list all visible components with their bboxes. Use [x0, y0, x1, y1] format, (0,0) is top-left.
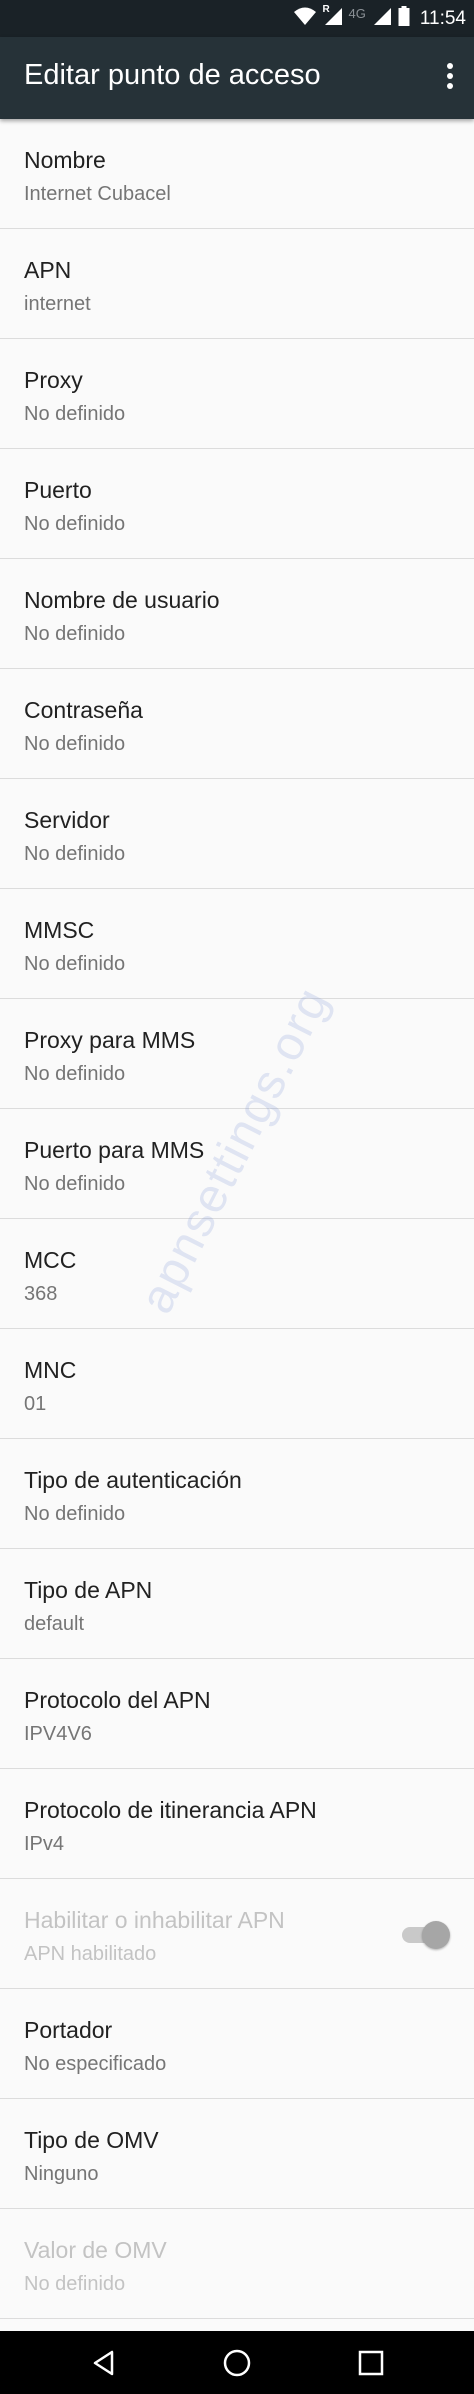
recents-icon[interactable] [331, 2331, 411, 2394]
setting-value: No especificado [24, 2053, 167, 2075]
setting-row[interactable]: Nombre de usuario No definido [0, 559, 474, 669]
setting-value: No definido [24, 623, 126, 645]
setting-row[interactable]: Tipo de OMV Ninguno [0, 2099, 474, 2209]
setting-label: Nombre de usuario [24, 587, 220, 613]
setting-label: Tipo de OMV [24, 2127, 159, 2153]
setting-row[interactable]: Tipo de autenticación No definido [0, 1439, 474, 1549]
setting-value: default [24, 1613, 85, 1635]
setting-label: Puerto [24, 477, 92, 503]
apn-settings-list: Nombre Internet Cubacel APN internet Proxy No… [0, 119, 474, 2319]
setting-value: No definido [24, 1063, 126, 1085]
setting-label: APN [24, 257, 72, 283]
setting-row[interactable]: MMSC No definido [0, 889, 474, 999]
setting-value: internet [24, 293, 91, 315]
setting-row[interactable]: Puerto No definido [0, 449, 474, 559]
setting-label: Puerto para MMS [24, 1137, 205, 1163]
setting-label: Portador [24, 2017, 113, 2043]
setting-label: Proxy para MMS [24, 1027, 196, 1053]
setting-label: Proxy [24, 367, 83, 393]
setting-row[interactable]: Protocolo del APN IPV4V6 [0, 1659, 474, 1769]
setting-row[interactable]: Tipo de APN default [0, 1549, 474, 1659]
setting-value: No definido [24, 2273, 126, 2295]
setting-label: Protocolo del APN [24, 1687, 211, 1713]
toggle-thumb [422, 1921, 450, 1949]
more-vert-icon[interactable] [444, 63, 456, 93]
roaming-indicator: R [322, 4, 330, 15]
setting-label: Contraseña [24, 697, 143, 723]
setting-value: 01 [24, 1393, 47, 1415]
setting-value: No definido [24, 1173, 126, 1195]
app-toolbar: Editar punto de acceso [0, 37, 474, 119]
setting-value: Ninguno [24, 2163, 99, 2185]
setting-value: No definido [24, 733, 126, 755]
setting-row[interactable]: MCC 368 [0, 1219, 474, 1329]
clock: 11:54 [419, 7, 466, 29]
setting-row[interactable]: MNC 01 [0, 1329, 474, 1439]
battery-icon [398, 6, 410, 31]
setting-value: No definido [24, 403, 126, 425]
setting-value: 368 [24, 1283, 58, 1305]
setting-label: Nombre [24, 147, 106, 173]
home-icon[interactable] [197, 2331, 277, 2394]
setting-value: IPv4 [24, 1833, 65, 1855]
setting-row[interactable]: Habilitar o inhabilitar APN APN habilitad… [0, 1879, 474, 1989]
setting-value: Internet Cubacel [24, 183, 171, 205]
wifi-icon [293, 6, 317, 31]
back-icon[interactable] [65, 2331, 145, 2394]
setting-row[interactable]: Puerto para MMS No definido [0, 1109, 474, 1219]
setting-row[interactable]: Proxy para MMS No definido [0, 999, 474, 1109]
setting-label: MNC [24, 1357, 77, 1383]
setting-label: Tipo de APN [24, 1577, 153, 1603]
network-type-label: 4G [348, 6, 366, 21]
setting-value: No definido [24, 843, 126, 865]
setting-label: MCC [24, 1247, 77, 1273]
setting-value: No definido [24, 513, 126, 535]
setting-row[interactable]: Proxy No definido [0, 339, 474, 449]
setting-label: Valor de OMV [24, 2237, 167, 2263]
setting-label: Servidor [24, 807, 110, 833]
setting-label: Protocolo de itinerancia APN [24, 1797, 317, 1823]
page-title: Editar punto de acceso [24, 59, 321, 91]
setting-label: MMSC [24, 917, 95, 943]
setting-row[interactable]: Protocolo de itinerancia APN IPv4 [0, 1769, 474, 1879]
setting-row[interactable]: APN internet [0, 229, 474, 339]
setting-row[interactable]: Portador No especificado [0, 1989, 474, 2099]
signal-icon: R [322, 4, 343, 31]
setting-value: IPV4V6 [24, 1723, 92, 1745]
apn-enable-toggle[interactable] [398, 1921, 450, 1949]
setting-label: Tipo de autenticación [24, 1467, 242, 1493]
setting-label: Habilitar o inhabilitar APN [24, 1907, 285, 1933]
setting-row[interactable]: Nombre Internet Cubacel [0, 119, 474, 229]
status-icons: R 4G 11:54 [293, 0, 466, 37]
setting-value: APN habilitado [24, 1943, 157, 1965]
setting-row[interactable]: Contraseña No definido [0, 669, 474, 779]
setting-row[interactable]: Servidor No definido [0, 779, 474, 889]
status-bar: R 4G 11:54 [0, 0, 474, 37]
setting-row[interactable]: Valor de OMV No definido [0, 2209, 474, 2319]
signal-icon-secondary [372, 6, 392, 31]
setting-value: No definido [24, 953, 126, 975]
navigation-bar [0, 2331, 474, 2394]
setting-value: No definido [24, 1503, 126, 1525]
